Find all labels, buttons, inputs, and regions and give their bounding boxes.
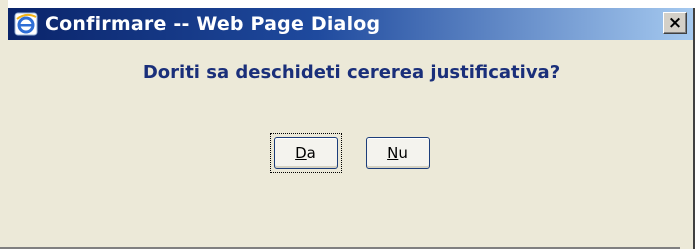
ie-icon: [11, 10, 41, 38]
yes-accesskey: D: [295, 144, 307, 162]
yes-button[interactable]: Da: [273, 137, 338, 169]
top-edge: [0, 0, 695, 8]
button-row: Da Nu: [8, 133, 695, 173]
focus-rect: Da: [269, 133, 342, 173]
close-button[interactable]: ×: [663, 12, 687, 34]
window-title: Confirmare -- Web Page Dialog: [45, 13, 381, 35]
no-button[interactable]: Nu: [365, 137, 430, 169]
no-button-wrap: Nu: [362, 133, 434, 173]
yes-label-rest: a: [306, 144, 316, 162]
no-accesskey: N: [387, 144, 399, 162]
title-bar[interactable]: Confirmare -- Web Page Dialog ×: [8, 8, 695, 40]
close-icon: ×: [667, 13, 683, 33]
window-left-edge: [0, 0, 8, 249]
no-label-rest: u: [398, 144, 408, 162]
confirm-message: Doriti sa deschideti cererea justificati…: [142, 62, 561, 83]
dialog-body: Doriti sa deschideti cererea justificati…: [8, 40, 695, 249]
